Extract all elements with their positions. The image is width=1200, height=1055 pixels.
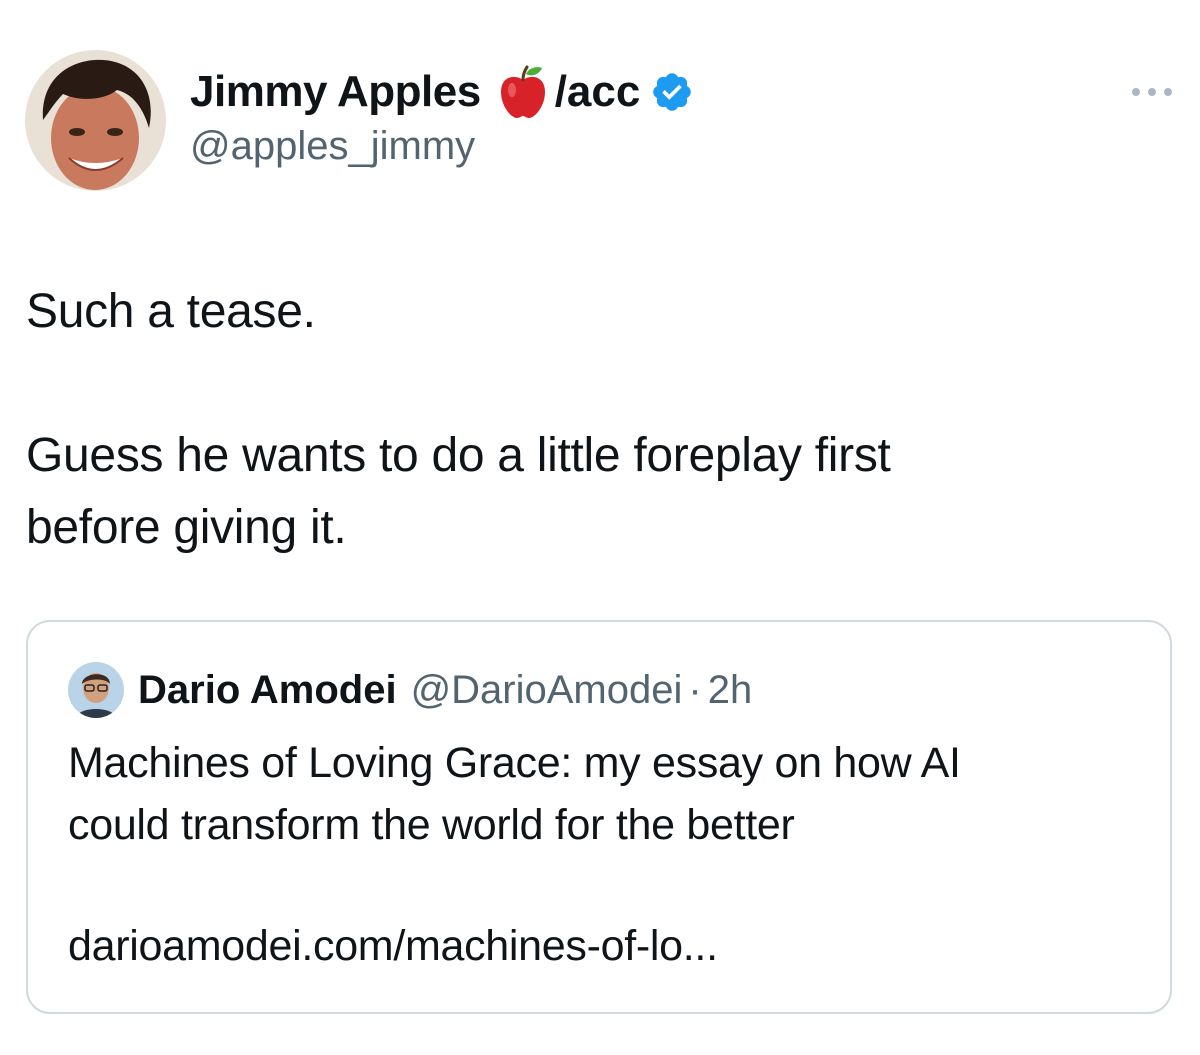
- quoted-author-avatar[interactable]: [68, 662, 124, 718]
- tweet-text-line-1: Such a tease.: [26, 285, 316, 338]
- tweet-screenshot: Jimmy Apples /acc @apples_jimmy Such a t…: [0, 0, 1200, 1055]
- profile-photo-icon: [25, 50, 166, 191]
- quoted-author-handle[interactable]: @DarioAmodei: [411, 668, 683, 713]
- quoted-tweet-header: Dario Amodei @DarioAmodei · 2h: [68, 662, 752, 718]
- quoted-author-name[interactable]: Dario Amodei: [138, 668, 397, 713]
- tweet-body: Such a tease. Guess he wants to do a lit…: [26, 276, 1166, 564]
- quoted-tweet-text: Machines of Loving Grace: my essay on ho…: [68, 732, 1138, 856]
- author-name-row: Jimmy Apples /acc: [190, 62, 1090, 122]
- author-avatar[interactable]: [25, 50, 166, 191]
- quoted-tweet-body: Machines of Loving Grace: my essay on ho…: [68, 739, 961, 849]
- quoted-profile-photo-icon: [68, 662, 124, 718]
- author-display-name[interactable]: Jimmy Apples: [190, 67, 481, 117]
- quoted-tweet-time[interactable]: 2h: [708, 668, 753, 713]
- tweet-text-line-2: Guess he wants to do a little foreplay f…: [26, 429, 891, 554]
- more-options-icon[interactable]: [1128, 82, 1176, 102]
- quoted-tweet-link[interactable]: darioamodei.com/machines-of-lo...: [68, 922, 718, 971]
- author-handle[interactable]: @apples_jimmy: [190, 122, 1090, 170]
- author-name-suffix[interactable]: /acc: [555, 67, 641, 117]
- verified-badge-icon[interactable]: [650, 70, 694, 114]
- quoted-tweet-card[interactable]: Dario Amodei @DarioAmodei · 2h Machines …: [26, 620, 1172, 1014]
- red-apple-icon: [495, 64, 551, 120]
- separator-dot: ·: [688, 667, 702, 712]
- tweet-header: Jimmy Apples /acc @apples_jimmy: [190, 62, 1090, 170]
